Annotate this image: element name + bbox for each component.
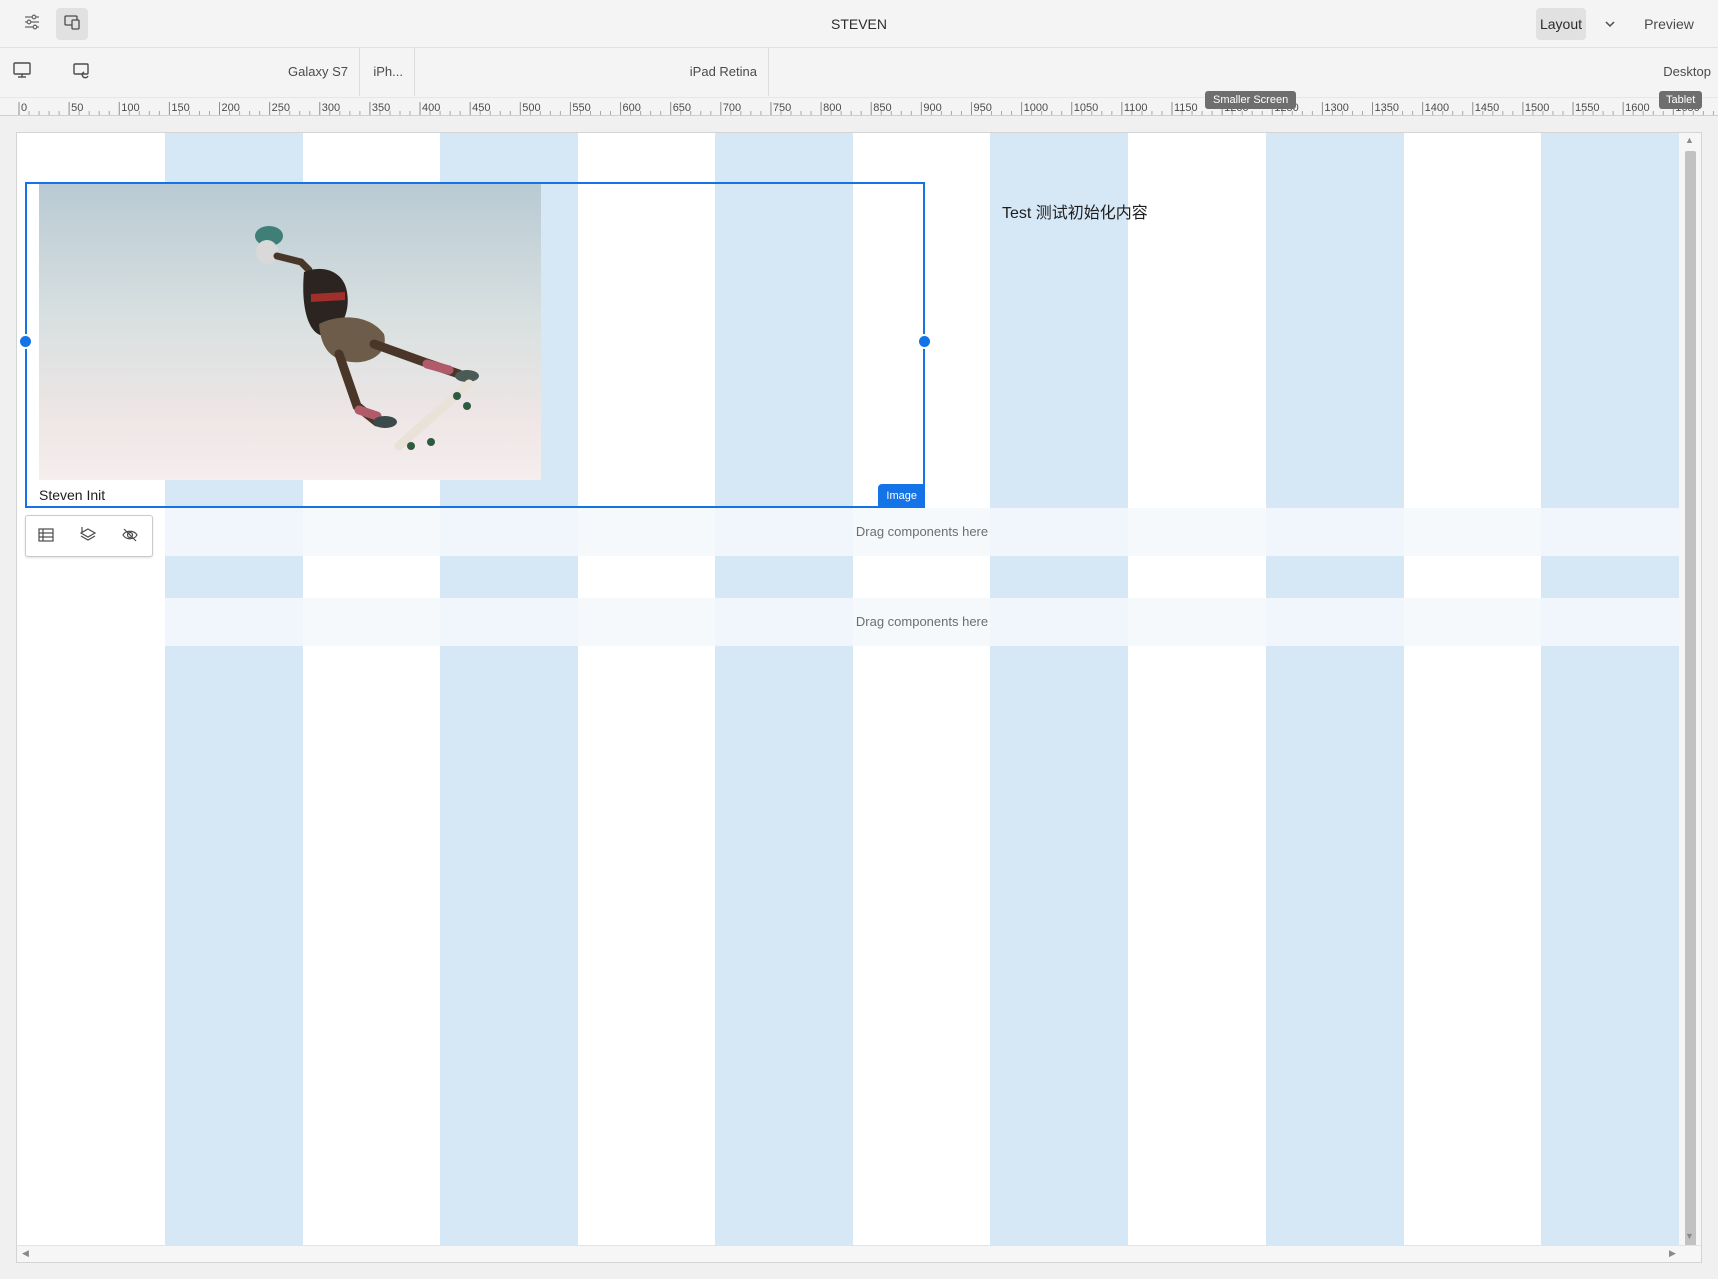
device-desktop[interactable]: Desktop: [769, 48, 1718, 96]
sliders-icon: [23, 13, 41, 36]
ruler-label: 750: [773, 102, 791, 114]
ruler-label: 100: [121, 102, 139, 114]
table-icon: [37, 526, 55, 549]
chevron-down-icon: [1600, 21, 1620, 38]
breakpoint-smaller-screen[interactable]: Smaller Screen: [1205, 91, 1297, 109]
grid-column: [1541, 133, 1679, 1245]
page-title: STEVEN: [830, 16, 887, 32]
monitor-icon: [12, 60, 32, 85]
image-caption: Steven Init: [39, 487, 106, 503]
ruler-label: 0: [21, 102, 27, 114]
dropzone[interactable]: Drag components here: [165, 598, 1679, 646]
ruler-label: 250: [272, 102, 290, 114]
vertical-scrollbar[interactable]: ▲ ▼: [1679, 133, 1701, 1255]
grid-column: [1266, 133, 1404, 1245]
ruler-label: 300: [322, 102, 340, 114]
preview-button[interactable]: Preview: [1636, 8, 1702, 40]
ruler-label: 1300: [1324, 102, 1348, 114]
ruler-label: 450: [472, 102, 490, 114]
page-properties-button[interactable]: [16, 8, 48, 40]
device-iphone[interactable]: iPh...: [360, 48, 415, 96]
dropzone[interactable]: Drag components here: [165, 508, 1679, 556]
device-ipad-retina[interactable]: iPad Retina: [415, 48, 769, 96]
hide-icon: [121, 526, 139, 549]
ruler-label: 350: [372, 102, 390, 114]
page-canvas: Steven Init Image Test 测试初始化内容 Drag comp…: [16, 132, 1702, 1263]
emulator-bar: Galaxy S7 iPh... iPad Retina Desktop: [0, 48, 1718, 98]
emulator-icon: [63, 13, 81, 36]
ruler: 0 50 100 150 200 250 300 350 400 450 500 550 600 650 7…: [0, 98, 1718, 116]
ruler-label: 700: [723, 102, 741, 114]
device-galaxy-s7[interactable]: Galaxy S7: [96, 48, 360, 96]
horizontal-scrollbar[interactable]: ◀ ▶: [17, 1245, 1701, 1262]
layers-button[interactable]: [76, 525, 100, 549]
grid-column: [990, 133, 1128, 1245]
ruler-label: 1550: [1575, 102, 1599, 114]
ruler-label: 1600: [1625, 102, 1649, 114]
ruler-label: 800: [823, 102, 841, 114]
ruler-label: 600: [623, 102, 641, 114]
top-toolbar: STEVEN Layout Preview: [0, 0, 1718, 48]
ruler-label: 650: [673, 102, 691, 114]
ruler-label: 850: [873, 102, 891, 114]
rotate-device-icon: [72, 60, 92, 85]
mode-dropdown-button[interactable]: [1600, 14, 1620, 34]
resize-handle-right[interactable]: [917, 334, 932, 349]
ruler-label: 1500: [1525, 102, 1549, 114]
ruler-label: 1150: [1174, 102, 1198, 114]
scroll-up-icon[interactable]: ▲: [1685, 135, 1694, 145]
rotate-device-button[interactable]: [68, 58, 96, 86]
ruler-label: 400: [422, 102, 440, 114]
ruler-label: 550: [572, 102, 590, 114]
scroll-left-icon[interactable]: ◀: [22, 1248, 29, 1259]
ruler-label: 500: [522, 102, 540, 114]
ruler-label: 1050: [1074, 102, 1098, 114]
ruler-label: 150: [171, 102, 189, 114]
ruler-label: 200: [222, 102, 240, 114]
scroll-down-icon[interactable]: ▼: [1685, 1231, 1694, 1241]
ruler-label: 900: [923, 102, 941, 114]
ruler-label: 950: [973, 102, 991, 114]
component-toolbar: [25, 515, 153, 557]
ruler-label: 1450: [1475, 102, 1499, 114]
scroll-right-icon[interactable]: ▶: [1669, 1248, 1676, 1259]
resize-handle-left[interactable]: [18, 334, 33, 349]
ruler-label: 1100: [1124, 102, 1148, 114]
layers-icon: [79, 526, 97, 549]
ruler-label: 1400: [1425, 102, 1449, 114]
skateboarder-figure: [255, 226, 479, 451]
desktop-device-button[interactable]: [8, 58, 36, 86]
breakpoint-tablet[interactable]: Tablet: [1659, 91, 1703, 109]
hide-button[interactable]: [118, 525, 142, 549]
ruler-label: 1350: [1375, 102, 1399, 114]
text-component[interactable]: Test 测试初始化内容: [1002, 199, 1148, 223]
ruler-scale: 0 50 100 150 200 250 300 350 400 450 500 550 600 650 7…: [18, 102, 1714, 115]
scrollbar-thumb[interactable]: [1685, 151, 1696, 1255]
ruler-label: 50: [71, 102, 83, 114]
layout-mode-button[interactable]: Layout: [1536, 8, 1586, 40]
emulator-toggle-button[interactable]: [56, 8, 88, 40]
image-component[interactable]: Steven Init Image: [25, 182, 925, 508]
table-button[interactable]: [34, 525, 58, 549]
component-type-badge: Image: [878, 484, 925, 508]
skateboarder-image: [39, 184, 541, 480]
ruler-label: 1000: [1024, 102, 1048, 114]
